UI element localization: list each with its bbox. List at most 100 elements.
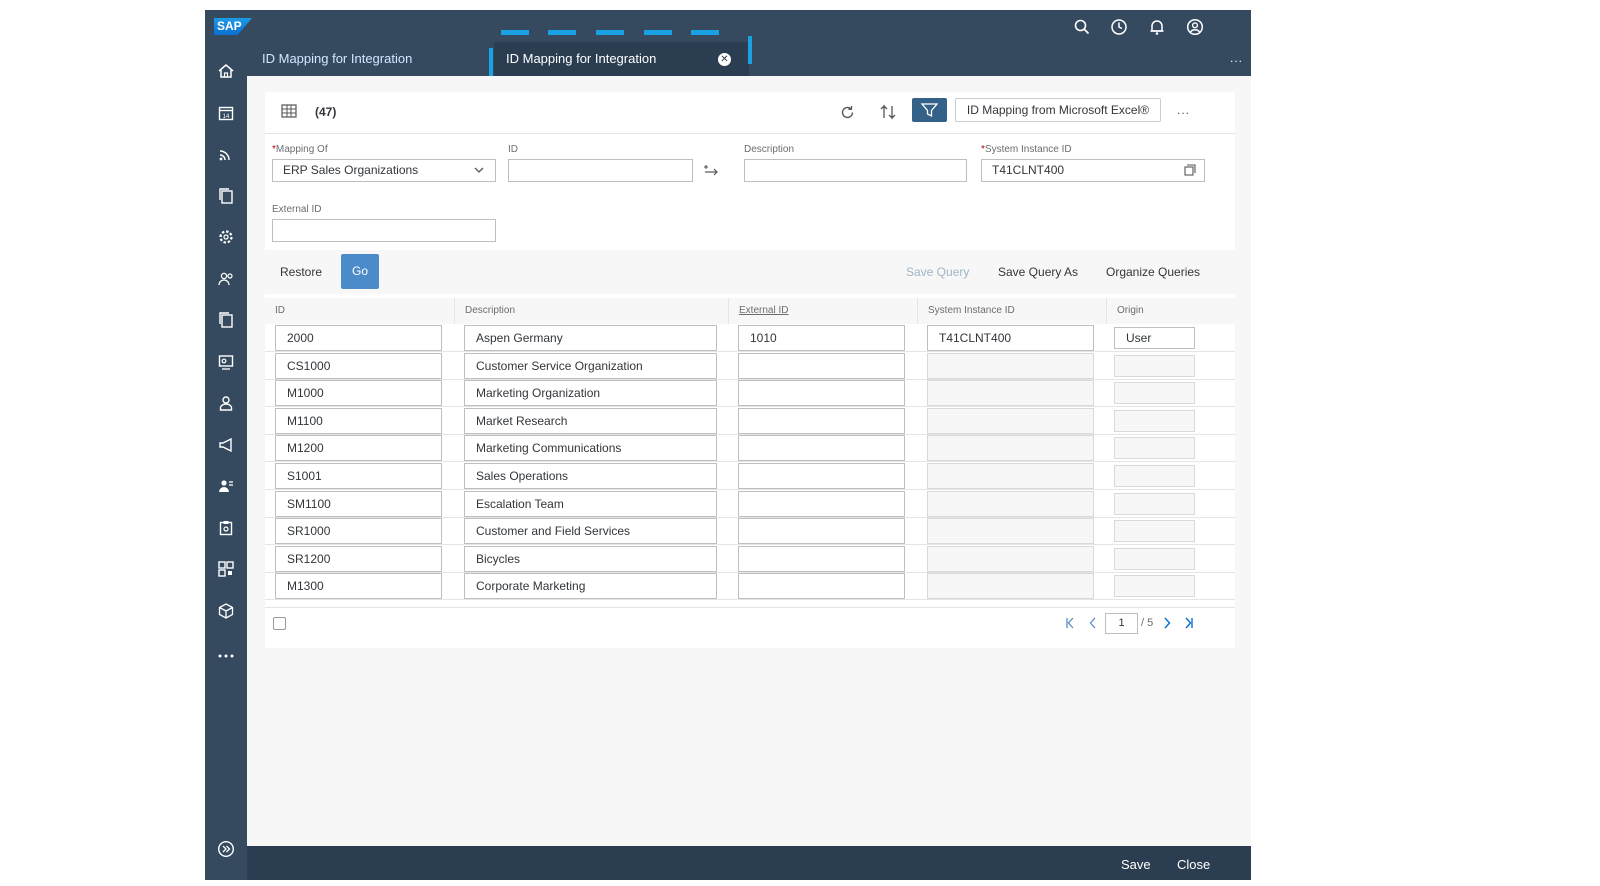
id-cell[interactable]: M1200 (275, 435, 442, 462)
save-button[interactable]: Save (1121, 846, 1151, 880)
employee-list-icon[interactable] (217, 477, 235, 495)
copy-documents-icon[interactable] (217, 311, 235, 329)
column-header-id[interactable]: ID (265, 298, 455, 324)
presentation-icon[interactable] (217, 353, 235, 371)
select-all-checkbox[interactable] (273, 617, 286, 630)
customers-icon[interactable] (217, 270, 235, 288)
description-cell[interactable]: Escalation Team (464, 490, 717, 517)
previous-page-icon[interactable] (1087, 616, 1099, 630)
home-icon[interactable] (217, 62, 235, 80)
table-row[interactable]: M1200 Marketing Communications (265, 434, 1235, 463)
description-cell[interactable]: Market Research (464, 407, 717, 434)
sort-arrows-icon[interactable] (879, 103, 897, 121)
documents-icon[interactable] (217, 187, 235, 205)
first-page-icon[interactable] (1064, 616, 1076, 630)
feed-signal-icon[interactable] (217, 145, 235, 163)
table-row[interactable]: M1000 Marketing Organization (265, 379, 1235, 408)
product-cube-icon[interactable] (217, 602, 235, 620)
external-id-cell[interactable] (738, 545, 905, 572)
range-arrow-icon[interactable] (703, 162, 719, 178)
refresh-icon[interactable] (839, 104, 856, 121)
search-icon[interactable] (1073, 18, 1091, 36)
tab-id-mapping-1[interactable]: ID Mapping for Integration (262, 42, 482, 76)
id-cell[interactable]: SR1000 (275, 518, 442, 545)
external-id-cell[interactable] (738, 435, 905, 462)
table-row[interactable]: M1100 Market Research (265, 407, 1235, 435)
close-button[interactable]: Close (1177, 846, 1210, 880)
table-row[interactable]: SM1100 Escalation Team (265, 490, 1235, 518)
id-cell[interactable]: M1000 (275, 380, 442, 407)
id-input[interactable] (508, 159, 693, 182)
external-id-cell[interactable] (738, 573, 905, 600)
table-row[interactable]: SR1200 Bicycles (265, 545, 1235, 573)
id-cell[interactable]: S1001 (275, 463, 442, 489)
column-header-description[interactable]: Description (455, 298, 729, 324)
next-page-icon[interactable] (1161, 616, 1173, 630)
description-cell[interactable]: Customer and Field Services (464, 518, 717, 545)
history-clock-icon[interactable] (1110, 18, 1128, 36)
system-instance-input[interactable]: T41CLNT400 (981, 159, 1205, 182)
settings-gear-icon[interactable] (217, 228, 235, 246)
origin-cell (1114, 575, 1195, 598)
system-instance-cell (927, 435, 1094, 462)
tab-id-mapping-2[interactable]: ID Mapping for Integration ✕ (494, 42, 749, 76)
sap-logo: SAP (214, 18, 252, 35)
table-row[interactable]: 2000 Aspen Germany 1010 T41CLNT400 User (265, 324, 1235, 352)
more-apps-icon[interactable] (217, 647, 235, 665)
calendar-icon[interactable]: 14 (217, 104, 235, 122)
table-row[interactable]: M1300 Corporate Marketing (265, 572, 1235, 601)
external-id-cell[interactable] (738, 380, 905, 407)
column-header-origin[interactable]: Origin (1107, 298, 1235, 324)
toolbar-more-icon[interactable]: ... (1177, 103, 1190, 117)
external-id-cell[interactable] (738, 352, 905, 379)
last-page-icon[interactable] (1183, 616, 1195, 630)
mapping-of-select[interactable]: ERP Sales Organizations (272, 159, 496, 182)
description-cell[interactable]: Customer Service Organization (464, 352, 717, 379)
value-help-icon[interactable] (1184, 164, 1196, 176)
external-id-cell[interactable] (738, 490, 905, 517)
description-input[interactable] (744, 159, 967, 182)
column-header-external-id[interactable]: External ID (729, 298, 918, 324)
expand-sidebar-icon[interactable] (217, 840, 235, 858)
table-row[interactable]: CS1000 Customer Service Organization (265, 352, 1235, 380)
person-icon[interactable] (217, 394, 235, 412)
description-cell[interactable]: Bicycles (464, 545, 717, 572)
id-cell[interactable]: SM1100 (275, 490, 442, 517)
campaign-megaphone-icon[interactable] (217, 436, 235, 454)
description-cell[interactable]: Aspen Germany (464, 325, 717, 351)
filter-button[interactable] (912, 98, 947, 122)
id-cell[interactable]: SR1200 (275, 545, 442, 572)
id-cell[interactable]: M1100 (275, 407, 442, 434)
id-cell[interactable]: 2000 (275, 325, 442, 351)
mapping-of-value: ERP Sales Organizations (283, 163, 419, 177)
table-row[interactable]: SR1000 Customer and Field Services (265, 517, 1235, 546)
clipboard-icon[interactable] (217, 519, 235, 537)
restore-button[interactable]: Restore (280, 265, 322, 279)
overflow-more-icon[interactable]: ... (1230, 51, 1243, 65)
external-id-input[interactable] (272, 219, 496, 242)
external-id-cell[interactable] (738, 407, 905, 434)
save-query-as-button[interactable]: Save Query As (998, 265, 1078, 279)
table-row[interactable]: S1001 Sales Operations (265, 462, 1235, 490)
external-id-cell[interactable]: 1010 (738, 325, 905, 351)
user-profile-icon[interactable] (1186, 18, 1204, 36)
close-icon[interactable]: ✕ (718, 53, 731, 66)
page-number-input[interactable]: 1 (1105, 613, 1138, 634)
description-cell[interactable]: Marketing Organization (464, 380, 717, 407)
notification-bell-icon[interactable] (1148, 18, 1166, 36)
id-cell[interactable]: M1300 (275, 573, 442, 600)
id-label: ID (508, 144, 518, 155)
description-cell[interactable]: Marketing Communications (464, 435, 717, 462)
table-settings-icon[interactable] (281, 103, 297, 119)
qr-barcode-icon[interactable] (217, 560, 235, 578)
description-cell[interactable]: Corporate Marketing (464, 573, 717, 600)
column-header-system-instance[interactable]: System Instance ID (918, 298, 1107, 324)
excel-import-button[interactable]: ID Mapping from Microsoft Excel® (955, 98, 1161, 122)
save-query-button[interactable]: Save Query (906, 265, 969, 279)
organize-queries-button[interactable]: Organize Queries (1106, 265, 1200, 279)
go-button[interactable]: Go (341, 254, 379, 289)
description-cell[interactable]: Sales Operations (464, 463, 717, 489)
external-id-cell[interactable] (738, 463, 905, 489)
id-cell[interactable]: CS1000 (275, 352, 442, 379)
external-id-cell[interactable] (738, 518, 905, 545)
